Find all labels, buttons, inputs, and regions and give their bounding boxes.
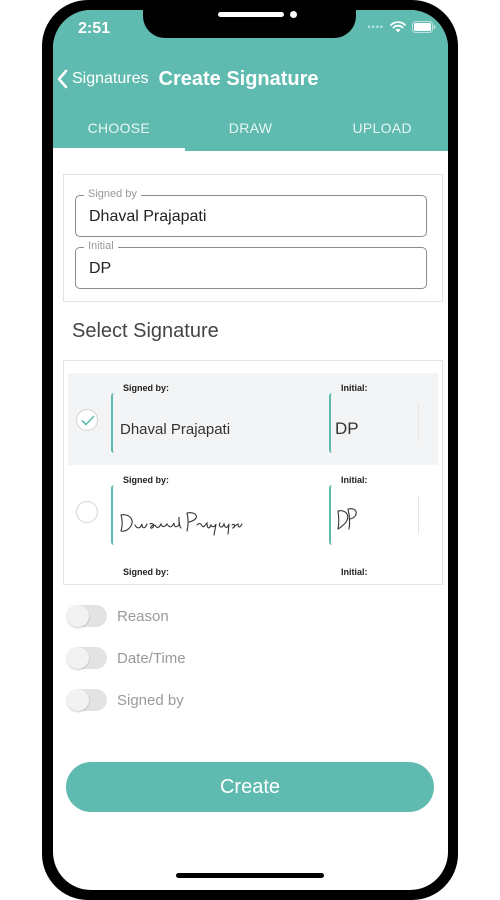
handwritten-initial-image xyxy=(337,508,357,530)
signed-by-toggle[interactable] xyxy=(67,689,107,711)
signed-by-typed-value: Dhaval Prajapati xyxy=(120,421,231,438)
reason-label: Reason xyxy=(117,607,169,625)
signature-option-handwritten[interactable]: Signed by: Initial: xyxy=(68,465,438,557)
initial-value: DP xyxy=(89,260,112,277)
datetime-label: Date/Time xyxy=(117,649,186,667)
signature-list: Signed by: Dhaval Prajapati Initial: DP … xyxy=(63,360,443,585)
signed-by-preview: Signed by: xyxy=(111,475,319,549)
tab-draw[interactable]: DRAW xyxy=(185,118,317,151)
signed-by-preview: Signed by: xyxy=(111,567,319,584)
back-button[interactable]: Signatures xyxy=(72,70,149,88)
cellular-signal-icon: •••• xyxy=(367,22,384,32)
navigation-bar: Signatures Create Signature xyxy=(53,66,448,92)
signed-by-value: Dhaval Prajapati xyxy=(89,208,207,225)
initial-preview: Initial: xyxy=(329,567,419,584)
speaker-grille xyxy=(218,12,284,17)
datetime-toggle-row: Date/Time xyxy=(67,647,186,669)
tab-choose[interactable]: CHOOSE xyxy=(53,118,185,151)
reason-toggle[interactable] xyxy=(67,605,107,627)
initial-typed-value: DP xyxy=(335,419,359,438)
device-notch xyxy=(143,0,356,38)
initial-caption: Initial: xyxy=(341,475,368,485)
initial-preview: Initial: xyxy=(329,475,419,549)
back-chevron-icon[interactable] xyxy=(54,67,72,91)
initial-field[interactable]: Initial DP xyxy=(75,240,427,289)
front-camera xyxy=(290,11,297,18)
signed-by-legend: Signed by xyxy=(84,188,141,200)
tab-bar: CHOOSE DRAW UPLOAD xyxy=(53,118,448,151)
signed-by-field[interactable]: Signed by Dhaval Prajapati xyxy=(75,188,427,237)
home-indicator[interactable] xyxy=(176,873,324,878)
create-button[interactable]: Create xyxy=(66,762,434,812)
signed-by-caption: Signed by: xyxy=(123,567,170,577)
signed-by-caption: Signed by: xyxy=(123,475,170,485)
signer-form: Signed by Dhaval Prajapati Initial DP xyxy=(63,174,443,302)
page-title: Create Signature xyxy=(158,67,319,90)
wifi-icon xyxy=(390,21,406,33)
tab-upload[interactable]: UPLOAD xyxy=(316,118,448,151)
checkmark-icon xyxy=(81,415,95,426)
signed-by-toggle-row: Signed by xyxy=(67,689,184,711)
status-time: 2:51 xyxy=(78,20,111,37)
signature-option-typed[interactable]: Signed by: Dhaval Prajapati Initial: DP xyxy=(68,373,438,465)
datetime-toggle[interactable] xyxy=(67,647,107,669)
signed-by-caption: Signed by: xyxy=(123,383,170,393)
signature-radio[interactable] xyxy=(76,501,98,523)
handwritten-signature-image xyxy=(120,512,243,536)
initial-caption: Initial: xyxy=(341,567,368,577)
initial-caption: Initial: xyxy=(341,383,368,393)
select-signature-heading: Select Signature xyxy=(72,320,219,342)
initial-preview: Initial: DP xyxy=(329,383,419,457)
initial-legend: Initial xyxy=(84,240,118,252)
signature-radio-selected[interactable] xyxy=(76,409,98,431)
reason-toggle-row: Reason xyxy=(67,605,169,627)
app-screen: 2:51 •••• Signatures Create Signature CH… xyxy=(53,10,448,890)
signed-by-toggle-label: Signed by xyxy=(117,691,184,709)
signed-by-preview: Signed by: Dhaval Prajapati xyxy=(111,383,319,457)
battery-icon xyxy=(412,21,436,33)
signature-option-partial[interactable]: Signed by: Initial: xyxy=(68,557,438,584)
status-icons: •••• xyxy=(367,21,436,33)
